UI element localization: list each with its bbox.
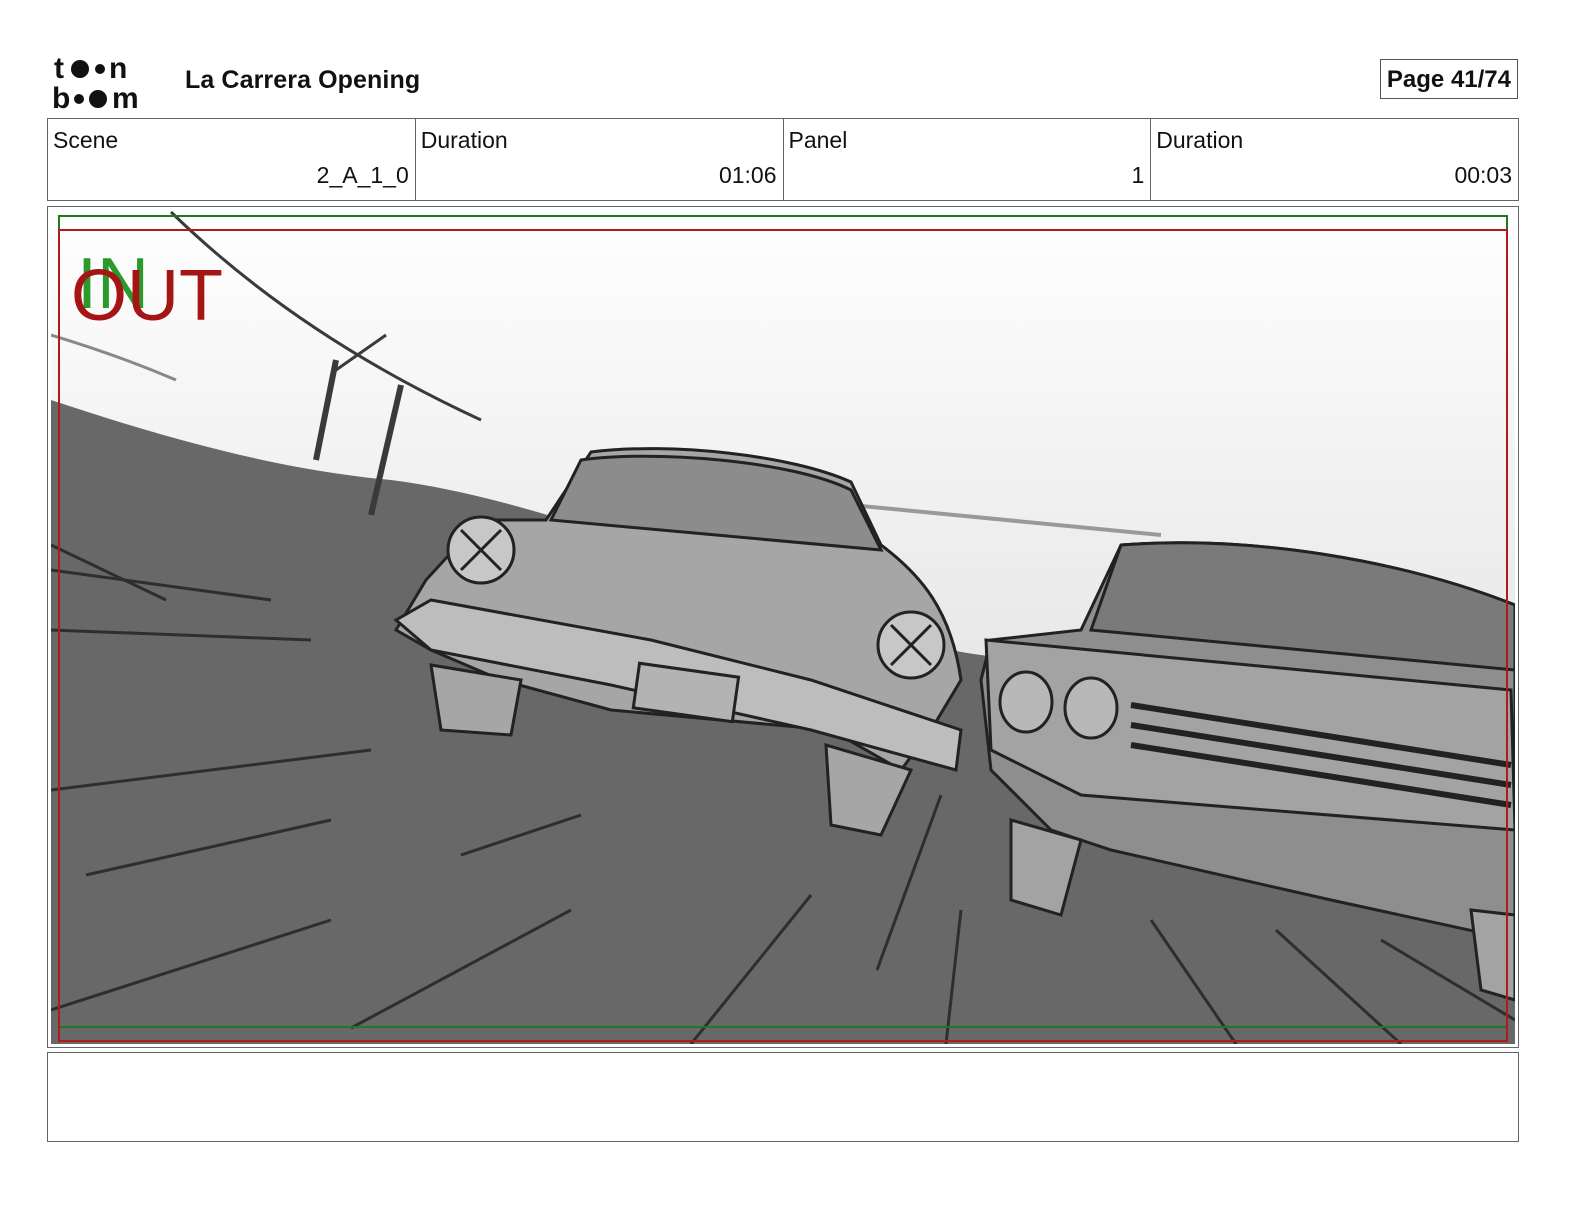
scene-value: 2_A_1_0 (316, 162, 409, 188)
storyboard-panel: IN OUT (47, 206, 1519, 1048)
scene-label: Scene (53, 127, 119, 153)
scene-duration-value: 01:06 (718, 162, 777, 188)
panel-duration-label: Duration (1156, 127, 1244, 153)
scene-duration-label: Duration (420, 127, 508, 153)
scene-duration-cell: Duration 01:06 (416, 119, 784, 200)
panel-duration-cell: Duration 00:03 (1151, 119, 1518, 200)
svg-text:m: m (112, 82, 139, 112)
svg-text:b: b (52, 82, 70, 112)
panel-cell: Panel 1 (784, 119, 1152, 200)
panel-notes-box (47, 1052, 1519, 1142)
storyboard-sketch-image: IN OUT (51, 210, 1515, 1044)
page-indicator: Page 41/74 (1379, 59, 1518, 99)
panel-label: Panel (788, 127, 848, 153)
svg-text:n: n (109, 52, 127, 85)
storyboard-header: t n b m La Carrera Opening Page 41/74 (48, 48, 1518, 112)
toonboom-logo: t n b m (52, 52, 139, 112)
panel-duration-value: 00:03 (1454, 162, 1512, 188)
panel-value: 1 (1131, 162, 1145, 188)
scene-info-table: Scene 2_A_1_0 Duration 01:06 Panel 1 Dur… (47, 118, 1519, 201)
scene-cell: Scene 2_A_1_0 (48, 119, 416, 200)
out-marker: OUT (71, 256, 223, 336)
document-title: La Carrera Opening (185, 66, 421, 94)
svg-text:t: t (54, 52, 64, 85)
